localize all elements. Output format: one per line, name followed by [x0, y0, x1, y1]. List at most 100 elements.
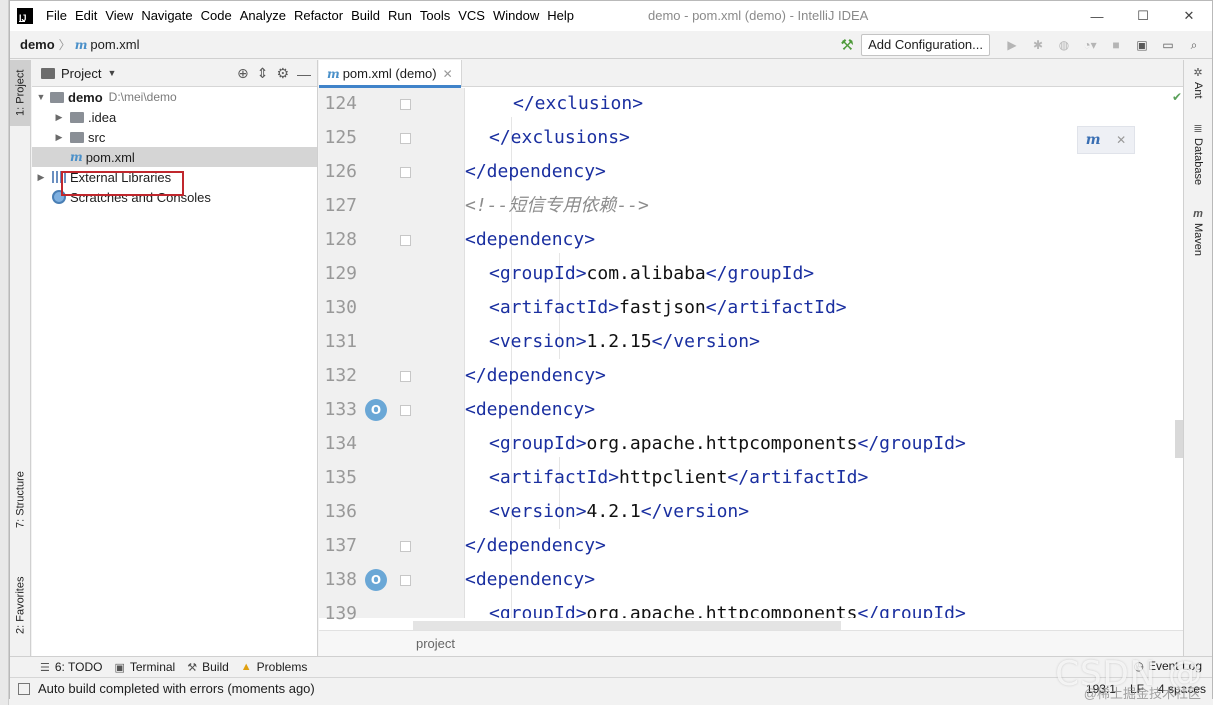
menu-analyze[interactable]: Analyze [236, 1, 290, 31]
menu-code[interactable]: Code [197, 1, 236, 31]
editor-gutter[interactable]: 124 125 126 127 128 129 130 131 132 133 O 134 135 136… [319, 88, 465, 624]
code-line[interactable]: <version>4.2.1</version> [489, 495, 749, 529]
tree-item-idea[interactable]: ▶ .idea [32, 107, 317, 127]
breadcrumb-project[interactable]: demo [20, 37, 55, 52]
line-separator[interactable]: LF [1130, 682, 1144, 696]
menu-navigate[interactable]: Navigate [137, 1, 196, 31]
navigation-bar: demo 〉 m pom.xml ⚒ Add Configuration... … [10, 31, 1212, 59]
fold-marker-icon[interactable] [400, 133, 411, 144]
fold-marker-icon[interactable] [400, 405, 411, 416]
code-line[interactable]: <artifactId>fastjson</artifactId> [489, 291, 847, 325]
code-line[interactable]: <dependency> [465, 563, 595, 597]
expand-right-icon[interactable]: ▶ [36, 172, 46, 183]
menu-view[interactable]: View [101, 1, 137, 31]
expand-down-icon[interactable]: ▼ [36, 92, 46, 102]
tab-maven[interactable]: m Maven [1184, 208, 1212, 270]
code-area[interactable]: </exclusion> </exclusions> </dependency> <!… [465, 88, 1184, 618]
run-icon[interactable]: ▶ [1000, 34, 1024, 56]
code-line[interactable]: </exclusions> [489, 121, 630, 155]
profile-icon[interactable]: ◔▾ [1078, 34, 1102, 56]
terminal-layout-icon[interactable]: ▭ [1156, 34, 1180, 56]
close-icon[interactable]: ✕ [1166, 1, 1212, 31]
add-configuration-button[interactable]: Add Configuration... [861, 34, 990, 56]
debug-icon[interactable]: ✱ [1026, 34, 1050, 56]
menu-file[interactable]: File [42, 1, 71, 31]
menu-window[interactable]: Window [489, 1, 543, 31]
close-tab-icon[interactable]: ✕ [443, 67, 453, 81]
stop-icon[interactable]: ■ [1104, 34, 1128, 56]
search-icon[interactable]: ⌕ [1182, 34, 1206, 56]
code-line[interactable]: <version>1.2.15</version> [489, 325, 760, 359]
tab-build[interactable]: ⚒ Build [187, 660, 229, 674]
gear-icon[interactable]: ⚙ [276, 65, 289, 82]
project-view-selector[interactable]: Project [61, 66, 101, 81]
expand-right-icon[interactable]: ▶ [54, 112, 64, 123]
maximize-icon[interactable]: ☐ [1120, 1, 1166, 31]
tab-project-label: 1: Project [14, 69, 27, 117]
breadcrumb-file[interactable]: pom.xml [90, 37, 139, 52]
tree-item-pom[interactable]: m pom.xml [32, 147, 317, 167]
maven-load-changes-popup[interactable]: m ✕ [1077, 126, 1135, 154]
chevron-down-icon[interactable]: ▼ [107, 68, 116, 78]
code-line[interactable]: </dependency> [465, 529, 606, 563]
override-dependency-icon[interactable]: O [365, 569, 387, 591]
tab-favorites[interactable]: 2: Favorites [10, 560, 31, 650]
run-toolbar: ⚒ Add Configuration... ▶ ✱ ◍ ◔▾ ■ ▣ ▭ ⌕ [835, 33, 1206, 57]
tree-item-src[interactable]: ▶ src [32, 127, 317, 147]
menu-help[interactable]: Help [543, 1, 578, 31]
xml-tag: <artifactId> [489, 467, 620, 488]
tab-event-log[interactable]: ◷ Event Log [1133, 659, 1202, 673]
override-dependency-icon[interactable]: O [365, 399, 387, 421]
code-line[interactable]: <groupId>org.apache.httpcomponents</grou… [489, 427, 966, 461]
menu-tools[interactable]: Tools [416, 1, 454, 31]
close-icon[interactable]: ✕ [1116, 133, 1126, 147]
horizontal-scrollbar[interactable] [413, 621, 841, 630]
fold-marker-icon[interactable] [400, 235, 411, 246]
vertical-scrollbar[interactable] [1175, 420, 1183, 458]
tab-problems[interactable]: ▲ Problems [241, 660, 308, 674]
fold-marker-icon[interactable] [400, 575, 411, 586]
code-line[interactable]: <!--短信专用依赖--> [465, 189, 649, 223]
code-line[interactable]: <dependency> [465, 223, 595, 257]
code-line[interactable]: <groupId>org.apache.httpcomponents</grou… [489, 597, 966, 618]
code-line[interactable]: </dependency> [465, 359, 606, 393]
expand-right-icon[interactable]: ▶ [54, 132, 64, 143]
menu-edit[interactable]: Edit [71, 1, 101, 31]
status-message[interactable]: Auto build completed with errors (moment… [38, 681, 315, 696]
menu-refactor[interactable]: Refactor [290, 1, 347, 31]
tab-terminal[interactable]: ▣ Terminal [114, 660, 175, 674]
fold-marker-icon[interactable] [400, 167, 411, 178]
code-line[interactable]: </exclusion> [513, 88, 643, 121]
editor-breadcrumb[interactable]: project [416, 636, 455, 651]
collapse-all-icon[interactable]: ⇕ [257, 65, 269, 82]
tab-pom-xml[interactable]: m pom.xml (demo) ✕ [319, 60, 462, 88]
tab-todo[interactable]: ☰ 6: TODO [40, 660, 102, 674]
menu-build[interactable]: Build [347, 1, 384, 31]
code-line[interactable]: <groupId>com.alibaba</groupId> [489, 257, 814, 291]
code-line[interactable]: <artifactId>httpclient</artifactId> [489, 461, 868, 495]
locate-file-icon[interactable]: ⊕ [237, 65, 249, 82]
project-structure-icon[interactable]: ▣ [1130, 34, 1154, 56]
code-line[interactable]: </dependency> [465, 155, 606, 189]
tree-item-demo[interactable]: ▼ demo D:\mei\demo [32, 87, 317, 107]
code-line[interactable]: <dependency> [465, 393, 595, 427]
tab-project[interactable]: 1: Project [10, 60, 31, 126]
tab-ant[interactable]: ✲ Ant [1184, 66, 1212, 112]
coverage-icon[interactable]: ◍ [1052, 34, 1076, 56]
tab-database[interactable]: ≣ Database [1184, 122, 1212, 198]
minimize-icon[interactable]: — [1074, 1, 1120, 31]
fold-marker-icon[interactable] [400, 541, 411, 552]
database-icon: ≣ [1193, 123, 1203, 135]
fold-marker-icon[interactable] [400, 371, 411, 382]
tool-windows-icon[interactable] [18, 682, 30, 695]
build-hammer-icon[interactable]: ⚒ [835, 36, 859, 54]
fold-marker-icon[interactable] [400, 99, 411, 110]
tab-structure[interactable]: 7: Structure [10, 460, 31, 540]
menu-vcs[interactable]: VCS [454, 1, 489, 31]
caret-position[interactable]: 193:1 [1086, 682, 1116, 696]
maven-reload-icon[interactable]: m [1086, 132, 1101, 148]
inspection-ok-icon[interactable]: ✔ [1172, 90, 1182, 104]
menu-run[interactable]: Run [384, 1, 416, 31]
hide-panel-icon[interactable]: — [297, 66, 311, 82]
indent-setting[interactable]: 4 spaces [1158, 682, 1206, 696]
